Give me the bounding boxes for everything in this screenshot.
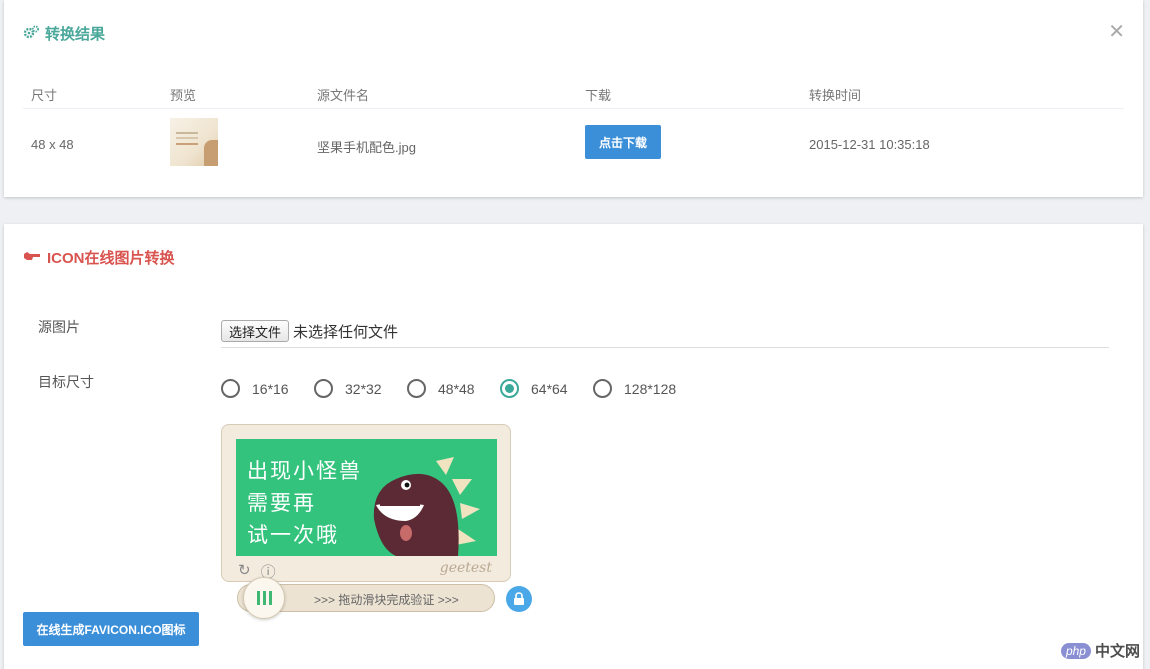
radio-48[interactable]: 48*48	[407, 379, 500, 398]
source-image-label: 源图片	[38, 319, 80, 335]
captcha-widget: 出现小怪兽 需要再 试一次哦 ↻ ⓘ geetest	[221, 424, 511, 582]
row-filename: 坚果手机配色.jpg	[317, 140, 416, 155]
refresh-icon[interactable]: ↻	[238, 561, 251, 582]
site-watermark: php 中文网	[1060, 640, 1140, 661]
result-title-text: 转换结果	[45, 26, 106, 43]
result-panel: 转换结果 ✕ 尺寸 预览 源文件名 下载 转换时间 48 x 48 坚果手机配色…	[4, 0, 1143, 197]
column-header-download: 下载	[585, 88, 612, 103]
radio-button[interactable]	[221, 379, 240, 398]
radio-32[interactable]: 32*32	[314, 379, 407, 398]
captcha-brand: geetest	[439, 560, 492, 576]
radio-64[interactable]: 64*64	[500, 379, 593, 398]
convert-panel: ICON在线图片转换 源图片 选择文件 未选择任何文件 目标尺寸 16*16 3…	[4, 224, 1143, 669]
preview-thumbnail	[170, 118, 218, 166]
radio-button[interactable]	[314, 379, 333, 398]
result-title: 转换结果	[23, 23, 105, 44]
radio-label: 128*128	[624, 380, 677, 397]
watermark-php: php	[1060, 642, 1091, 659]
table-row: 48 x 48 坚果手机配色.jpg 点击下载 2015-12-31 10:35…	[23, 109, 1124, 181]
captcha-text-line: 试一次哦	[247, 523, 339, 547]
radio-label: 64*64	[531, 380, 568, 397]
radio-button[interactable]	[407, 379, 426, 398]
captcha-text-line: 需要再	[247, 491, 316, 515]
column-header-size: 尺寸	[31, 88, 58, 103]
slider-handle[interactable]	[243, 577, 285, 619]
radio-label: 16*16	[252, 380, 289, 397]
radio-128[interactable]: 128*128	[593, 379, 676, 398]
row-time: 2015-12-31 10:35:18	[809, 137, 930, 152]
file-input[interactable]: 选择文件 未选择任何文件	[221, 320, 1109, 348]
choose-file-button[interactable]: 选择文件	[221, 320, 290, 342]
hand-pointer-icon	[23, 249, 41, 266]
file-status: 未选择任何文件	[293, 324, 399, 341]
gears-icon	[23, 25, 39, 43]
lock-icon	[506, 586, 532, 612]
column-header-preview: 预览	[170, 88, 197, 103]
target-size-label: 目标尺寸	[38, 374, 94, 390]
size-radio-group: 16*16 32*32 48*48 64*64 128*128	[221, 379, 676, 398]
monster-illustration	[373, 457, 480, 556]
row-size: 48 x 48	[31, 137, 74, 152]
table-header: 尺寸 预览 源文件名 下载 转换时间	[23, 72, 1124, 109]
close-icon[interactable]: ✕	[1108, 22, 1125, 42]
result-table: 尺寸 预览 源文件名 下载 转换时间 48 x 48 坚果手机配色.jpg 点击…	[23, 72, 1124, 181]
radio-label: 32*32	[345, 380, 382, 397]
column-header-filename: 源文件名	[317, 88, 370, 103]
radio-button-checked[interactable]	[500, 379, 519, 398]
convert-title-text: ICON在线图片转换	[47, 250, 175, 267]
download-button[interactable]: 点击下载	[585, 125, 661, 159]
radio-label: 48*48	[438, 380, 475, 397]
generate-favicon-button[interactable]: 在线生成FAVICON.ICO图标	[23, 612, 199, 646]
slider-hint: >>> 拖动滑块完成验证 >>>	[314, 593, 459, 607]
radio-button[interactable]	[593, 379, 612, 398]
radio-16[interactable]: 16*16	[221, 379, 314, 398]
captcha-text-line: 出现小怪兽	[247, 459, 362, 483]
watermark-site: 中文网	[1094, 643, 1140, 660]
column-header-time: 转换时间	[809, 88, 862, 103]
convert-title: ICON在线图片转换	[23, 247, 175, 268]
captcha-image: 出现小怪兽 需要再 试一次哦	[236, 439, 497, 556]
